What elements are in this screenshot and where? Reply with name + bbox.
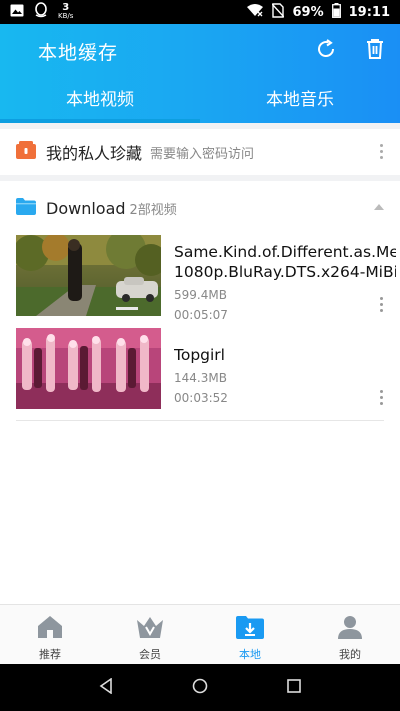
home-circle-icon[interactable] <box>192 678 208 698</box>
video-duration: 00:05:07 <box>174 308 228 322</box>
section-divider <box>0 175 400 181</box>
system-navigation-bar <box>0 664 400 711</box>
refresh-icon[interactable] <box>313 36 339 62</box>
video-thumbnail[interactable] <box>16 235 161 316</box>
video-title: Topgirl <box>174 346 225 364</box>
trash-icon[interactable] <box>362 36 388 62</box>
qq-notification-icon <box>34 2 48 22</box>
folder-header-download[interactable]: Download 2部视频 <box>0 188 400 228</box>
battery-icon <box>331 2 341 22</box>
video-more-options-icon[interactable] <box>378 297 384 312</box>
private-vault-title: 我的私人珍藏 <box>46 144 143 163</box>
video-size: 144.3MB <box>174 371 227 385</box>
tab-local-music[interactable]: 本地音乐 <box>200 82 400 123</box>
network-speed-unit: KB/s <box>58 12 74 20</box>
profile-icon <box>337 615 363 642</box>
video-thumbnail[interactable] <box>16 328 161 409</box>
download-folder-icon <box>236 615 264 642</box>
clock: 19:11 <box>348 4 390 20</box>
nav-item-mine[interactable]: 我的 <box>300 605 400 664</box>
recents-icon[interactable] <box>286 678 301 697</box>
page-title: 本地缓存 <box>38 42 119 64</box>
gallery-notification-icon <box>10 4 24 21</box>
video-title-line2: 1080p.BluRay.DTS.x264-MiBi <box>174 263 396 281</box>
vault-more-options-icon[interactable] <box>378 144 384 159</box>
lock-box-icon <box>16 141 36 163</box>
wifi-icon <box>246 3 264 21</box>
list-divider <box>16 420 384 421</box>
video-more-options-icon[interactable] <box>378 390 384 405</box>
network-speed-value: 3 <box>62 2 70 13</box>
folder-video-count: 2部视频 <box>129 202 177 218</box>
folder-name: Download <box>46 198 126 218</box>
app-header: 本地缓存 本地视频 本地音乐 <box>0 24 400 123</box>
nav-label: 本地 <box>239 648 261 661</box>
nav-label: 会员 <box>139 648 161 661</box>
private-vault-row[interactable]: 我的私人珍藏 需要输入密码访问 <box>0 129 400 175</box>
network-speed: 3 KB/s <box>58 2 74 21</box>
video-list-item[interactable]: Topgirl 144.3MB 00:03:52 <box>0 328 400 410</box>
vip-crown-icon <box>135 615 165 642</box>
nav-item-recommend[interactable]: 推荐 <box>0 605 100 664</box>
nav-item-local[interactable]: 本地 <box>200 605 300 664</box>
video-size: 599.4MB <box>174 288 227 302</box>
video-list-item[interactable]: Same.Kind.of.Different.as.Me. 1080p.BluR… <box>0 235 400 322</box>
nav-label: 我的 <box>339 648 361 661</box>
tab-local-video[interactable]: 本地视频 <box>0 82 200 123</box>
folder-icon <box>16 197 36 219</box>
nav-item-vip[interactable]: 会员 <box>100 605 200 664</box>
private-vault-hint: 需要输入密码访问 <box>150 146 255 162</box>
tab-bar: 本地视频 本地音乐 <box>0 82 400 123</box>
back-icon[interactable] <box>99 676 113 698</box>
video-duration: 00:03:52 <box>174 391 228 405</box>
video-title-line1: Same.Kind.of.Different.as.Me. <box>174 243 396 261</box>
status-bar: 3 KB/s 69% 19:11 <box>0 0 400 24</box>
collapse-caret-icon[interactable] <box>374 204 384 210</box>
no-sim-icon <box>271 2 285 22</box>
home-icon <box>37 615 63 642</box>
nav-label: 推荐 <box>39 648 61 661</box>
battery-level: 69% <box>292 4 324 20</box>
bottom-navigation: 推荐 会员 本地 我的 <box>0 604 400 664</box>
